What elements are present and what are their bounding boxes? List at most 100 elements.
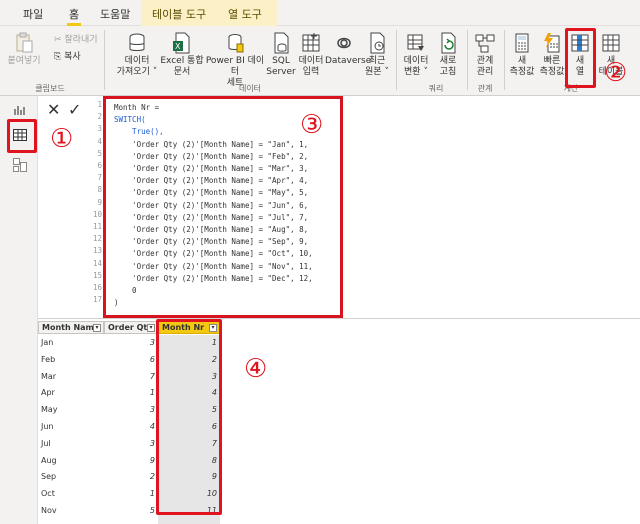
- column-header-month-name[interactable]: Month Name ▾: [38, 321, 104, 334]
- tab-help[interactable]: 도움말: [100, 6, 130, 22]
- chevron-down-icon: ˅: [423, 67, 428, 77]
- recent-sources-icon: [370, 32, 385, 54]
- cell-order-qty[interactable]: 1: [104, 385, 158, 402]
- cell-month-name[interactable]: Jan: [38, 335, 104, 352]
- svg-text:X: X: [175, 42, 181, 51]
- copy-icon: ⎘: [54, 52, 65, 62]
- formula-line-number: 12: [92, 234, 102, 244]
- cell-month-name[interactable]: Oct: [38, 486, 104, 503]
- group-divider: [504, 30, 505, 90]
- dataverse-button[interactable]: Dataverse: [325, 32, 371, 67]
- cell-order-qty[interactable]: [104, 520, 158, 524]
- formula-line: 'Order Qty (2)'[Month Name] = "Jan", 1,: [114, 139, 309, 149]
- cell-month-name[interactable]: May: [38, 402, 104, 419]
- tab-file[interactable]: 파일: [23, 6, 43, 22]
- refresh-icon: [441, 32, 456, 54]
- cell-order-qty[interactable]: 5: [104, 503, 158, 520]
- copy-button[interactable]: ⎘ 복사: [54, 49, 81, 62]
- powerbi-datasets-button[interactable]: Power BI 데이터 세트: [204, 32, 266, 89]
- cancel-formula-icon[interactable]: ✕: [47, 100, 60, 119]
- formula-line-number: 17: [92, 295, 102, 305]
- cut-button[interactable]: ✂ 잘라내기: [54, 32, 98, 45]
- manage-rel-label-1: 관계: [476, 56, 494, 66]
- report-view-icon[interactable]: [13, 104, 27, 116]
- callout-4: ④: [244, 354, 268, 384]
- formula-line-number: 3: [97, 124, 102, 134]
- get-data-button[interactable]: 데이터 가져오기 ˅: [114, 32, 160, 78]
- recent-sources-button[interactable]: 최근 원본 ˅: [362, 32, 392, 78]
- transform-data-icon: [407, 34, 424, 51]
- callout-1: ①: [50, 124, 74, 154]
- cell-order-qty[interactable]: 2: [104, 469, 158, 486]
- cell-order-qty[interactable]: 1: [104, 486, 158, 503]
- formula-line-number: 10: [92, 209, 102, 219]
- callout-2: ②: [604, 58, 628, 88]
- tab-home[interactable]: 홈: [66, 6, 82, 26]
- callout-3: ③: [300, 110, 324, 140]
- paste-button[interactable]: 붙여넣기: [4, 32, 44, 67]
- transform-data-button[interactable]: 데이터 변환 ˅: [400, 32, 432, 78]
- dataverse-icon: [337, 37, 351, 49]
- cell-month-name[interactable]: Feb: [38, 352, 104, 369]
- database-icon: [129, 33, 145, 51]
- cell-order-qty[interactable]: 9: [104, 453, 158, 470]
- month-nr-column-highlight: [156, 319, 222, 515]
- new-measure-label-1: 새: [517, 56, 527, 66]
- model-view-icon[interactable]: [13, 158, 27, 172]
- formula-line: 'Order Qty (2)'[Month Name] = "May", 5,: [114, 188, 309, 198]
- enter-data-label-1: 데이터: [298, 56, 324, 66]
- formula-line: 'Order Qty (2)'[Month Name] = "Sep", 9,: [114, 237, 309, 247]
- cell-month-name[interactable]: Dec: [38, 520, 104, 524]
- cell-month-nr[interactable]: 12: [158, 520, 220, 524]
- ribbon-tab-bar: 파일 홈 도움말 테이블 도구 열 도구: [0, 0, 640, 26]
- new-column-highlight: [565, 28, 596, 88]
- sql-server-button[interactable]: SQL Server: [266, 32, 296, 78]
- refresh-label-2: 고침: [439, 67, 457, 77]
- quick-measure-button[interactable]: 빠른 측정값: [536, 32, 568, 78]
- cell-month-name[interactable]: Mar: [38, 369, 104, 386]
- chevron-down-icon: ˅: [384, 67, 389, 77]
- cell-month-name[interactable]: Nov: [38, 503, 104, 520]
- formula-line-number: 5: [97, 148, 102, 158]
- new-measure-label-2: 측정값: [509, 67, 535, 77]
- cell-order-qty[interactable]: 4: [104, 419, 158, 436]
- formula-line: 'Order Qty (2)'[Month Name] = "Feb", 2,: [114, 151, 309, 161]
- tab-column-tools[interactable]: 열 도구: [228, 6, 262, 22]
- formula-line: 'Order Qty (2)'[Month Name] = "Apr", 4,: [114, 176, 309, 186]
- new-measure-button[interactable]: 새 측정값: [506, 32, 538, 78]
- cell-month-name[interactable]: Jul: [38, 436, 104, 453]
- filter-dropdown-icon[interactable]: ▾: [147, 324, 155, 332]
- cell-order-qty[interactable]: 3: [104, 402, 158, 419]
- quick-measure-label-2: 측정값: [539, 67, 565, 77]
- cell-order-qty[interactable]: 7: [104, 369, 158, 386]
- column-header-label: Order Qty: [108, 323, 153, 332]
- cell-month-name[interactable]: Apr: [38, 385, 104, 402]
- formula-line: 'Order Qty (2)'[Month Name] = "Mar", 3,: [114, 164, 309, 174]
- formula-line-number: 9: [97, 197, 102, 207]
- table-grid-icon: [302, 33, 320, 52]
- data-view-highlight: [7, 119, 37, 153]
- cell-month-name[interactable]: Aug: [38, 453, 104, 470]
- transform-label-2: 변환: [404, 67, 421, 77]
- commit-formula-icon[interactable]: ✓: [68, 100, 81, 119]
- cell-month-name[interactable]: Sep: [38, 469, 104, 486]
- enter-data-button[interactable]: 데이터 입력: [296, 32, 326, 78]
- excel-workbook-button[interactable]: X Excel 통합 문서: [160, 32, 204, 78]
- chevron-down-icon: ˅: [152, 67, 158, 77]
- column-header-order-qty[interactable]: Order Qty ▾: [104, 321, 158, 334]
- cell-order-qty[interactable]: 3: [104, 436, 158, 453]
- formula-line: 'Order Qty (2)'[Month Name] = "Jul", 7,: [114, 212, 309, 222]
- filter-dropdown-icon[interactable]: ▾: [93, 324, 101, 332]
- cell-order-qty[interactable]: 3: [104, 335, 158, 352]
- tab-table-tools[interactable]: 테이블 도구: [152, 6, 206, 22]
- cell-month-name[interactable]: Jun: [38, 419, 104, 436]
- editor-grid-divider: [38, 318, 640, 319]
- manage-relationships-button[interactable]: 관계 관리: [470, 32, 500, 78]
- ribbon: 붙여넣기 ✂ 잘라내기 ⎘ 복사 클립보드 데이터 가져오기 ˅ X Excel …: [0, 26, 640, 96]
- formula-line-number: 14: [92, 258, 102, 268]
- clipboard-group-label: 클립보드: [35, 84, 65, 93]
- query-group-label: 쿼리: [428, 84, 444, 93]
- cell-order-qty[interactable]: 6: [104, 352, 158, 369]
- get-data-label-1: 데이터: [124, 56, 150, 66]
- refresh-button[interactable]: 새로 고침: [434, 32, 462, 78]
